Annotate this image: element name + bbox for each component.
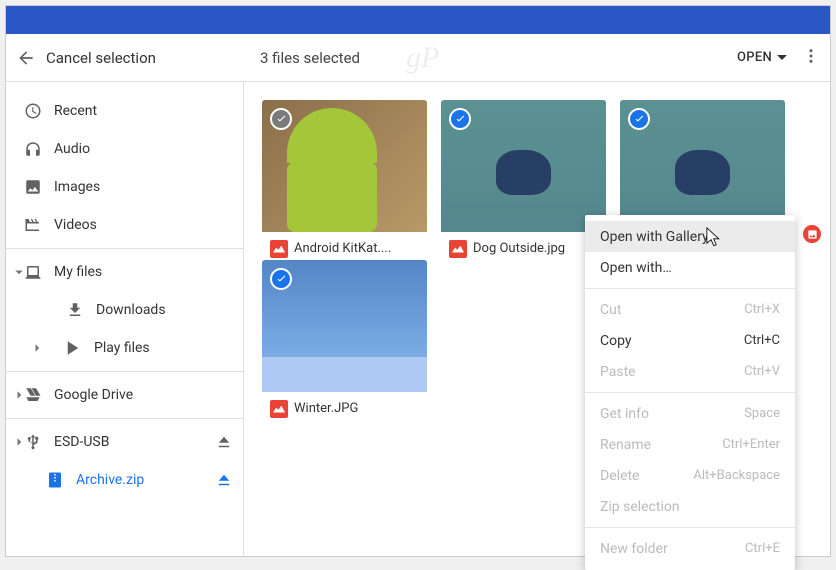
eject-icon[interactable] <box>215 471 233 489</box>
file-tile[interactable]: Dog Outside.jpg <box>441 100 606 265</box>
sidebar-item-downloads[interactable]: Downloads <box>6 291 243 329</box>
ctx-separator <box>585 392 795 393</box>
ctx-newfolder: New folderCtrl+E <box>585 533 795 564</box>
selection-check[interactable] <box>270 108 292 130</box>
sidebar-label: Archive.zip <box>76 472 144 488</box>
chevron-down-icon <box>10 263 28 281</box>
ctx-getinfo: Get infoSpace <box>585 398 795 429</box>
arrow-back-icon <box>16 48 36 68</box>
context-menu: Open with Gallery Open with… CutCtrl+X C… <box>585 215 795 570</box>
file-tile[interactable]: Android KitKat.... <box>262 100 427 265</box>
ctx-paste: PasteCtrl+V <box>585 356 795 387</box>
clock-icon <box>24 102 42 120</box>
selection-check[interactable] <box>449 108 471 130</box>
file-label-bar: Winter.JPG <box>262 392 427 425</box>
toolbar: Cancel selection 3 files selected gP OPE… <box>6 34 830 82</box>
selection-count: 3 files selected <box>260 49 360 67</box>
eject-icon[interactable] <box>215 433 233 451</box>
sidebar-label: My files <box>54 264 102 280</box>
gallery-app-icon <box>803 225 821 243</box>
ctx-cut: CutCtrl+X <box>585 294 795 325</box>
movie-icon <box>24 216 42 234</box>
cancel-selection-label: Cancel selection <box>46 49 156 67</box>
sidebar-label: ESD-USB <box>54 434 109 450</box>
file-tile[interactable]: Winter.JPG <box>262 260 427 425</box>
ctx-copy[interactable]: CopyCtrl+C <box>585 325 795 356</box>
image-file-icon <box>449 240 467 258</box>
image-file-icon <box>270 400 288 418</box>
ctx-rename: RenameCtrl+Enter <box>585 429 795 460</box>
sidebar-divider <box>6 418 243 419</box>
files-app-window: Cancel selection 3 files selected gP OPE… <box>5 5 831 557</box>
selection-check[interactable] <box>270 268 292 290</box>
sidebar: Recent Audio Images Videos My files <box>6 82 244 556</box>
ctx-open-gallery[interactable]: Open with Gallery <box>585 221 795 252</box>
watermark: gP <box>406 41 439 75</box>
chevron-right-icon <box>28 339 46 357</box>
sidebar-item-gdrive[interactable]: Google Drive <box>6 376 243 414</box>
file-name: Android KitKat.... <box>294 241 391 256</box>
sidebar-label: Images <box>54 179 100 195</box>
cancel-selection-button[interactable]: Cancel selection <box>16 48 156 68</box>
sidebar-item-recent[interactable]: Recent <box>6 92 243 130</box>
more-vert-icon <box>802 47 820 65</box>
sidebar-item-myfiles[interactable]: My files <box>6 253 243 291</box>
sidebar-label: Downloads <box>96 302 166 318</box>
chevron-right-icon <box>10 433 28 451</box>
archive-icon <box>46 471 64 489</box>
sidebar-item-archive[interactable]: Archive.zip <box>6 461 243 499</box>
file-name: Winter.JPG <box>294 401 358 416</box>
sidebar-label: Audio <box>54 141 90 157</box>
download-icon <box>66 301 84 319</box>
caret-down-icon <box>777 53 787 63</box>
sidebar-label: Google Drive <box>54 387 133 403</box>
file-name: Dog Outside.jpg <box>473 241 565 256</box>
headphones-icon <box>24 140 42 158</box>
sidebar-item-esdusb[interactable]: ESD-USB <box>6 423 243 461</box>
sidebar-item-images[interactable]: Images <box>6 168 243 206</box>
file-tile[interactable] <box>620 100 785 232</box>
more-options-button[interactable] <box>802 47 820 69</box>
ctx-delete: DeleteAlt+Backspace <box>585 460 795 491</box>
selection-check[interactable] <box>628 108 650 130</box>
image-icon <box>24 178 42 196</box>
ctx-open-with[interactable]: Open with… <box>585 252 795 283</box>
window-titlebar <box>6 6 830 34</box>
sidebar-label: Recent <box>54 103 97 119</box>
ctx-separator <box>585 288 795 289</box>
play-icon <box>64 339 82 357</box>
open-label: OPEN <box>737 50 772 65</box>
sidebar-item-audio[interactable]: Audio <box>6 130 243 168</box>
file-label-bar: Dog Outside.jpg <box>441 232 606 265</box>
ctx-zip: Zip selection <box>585 491 795 522</box>
sidebar-label: Play files <box>94 340 150 356</box>
ctx-separator <box>585 527 795 528</box>
sidebar-divider <box>6 371 243 372</box>
sidebar-item-videos[interactable]: Videos <box>6 206 243 244</box>
open-dropdown-button[interactable]: OPEN <box>737 50 787 65</box>
chevron-right-icon <box>10 386 28 404</box>
sidebar-label: Videos <box>54 217 97 233</box>
sidebar-divider <box>6 248 243 249</box>
sidebar-item-playfiles[interactable]: Play files <box>6 329 243 367</box>
image-file-icon <box>270 240 288 258</box>
